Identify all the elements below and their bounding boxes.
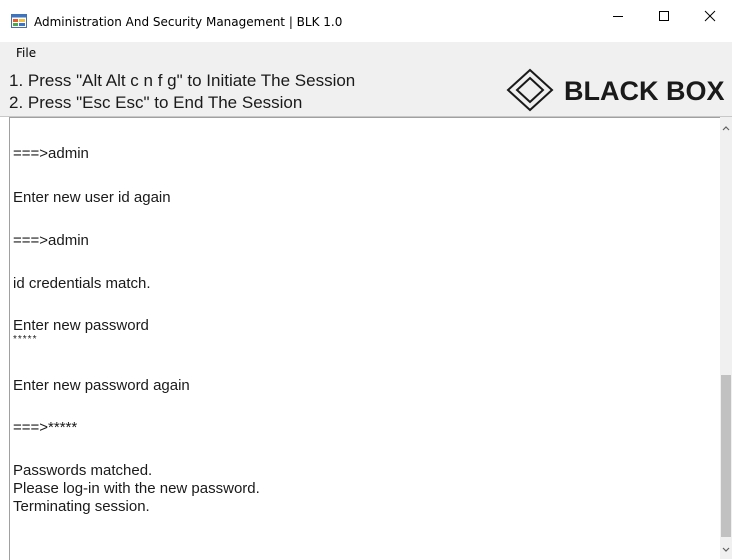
menu-bar: File (0, 42, 732, 64)
console-line: Enter new password (13, 317, 149, 334)
title-bar[interactable]: Administration And Security Management |… (0, 0, 732, 42)
chevron-down-icon (722, 540, 730, 558)
maximize-icon (658, 9, 670, 27)
console-line: ***** (13, 334, 38, 345)
minimize-icon (612, 9, 624, 27)
terminal-output[interactable]: ===>admin Enter new user id again ===>ad… (9, 117, 721, 560)
scroll-up-button[interactable] (720, 121, 732, 133)
vertical-scrollbar[interactable] (720, 117, 732, 559)
console-line: id credentials match. (13, 275, 151, 292)
console-line: ===>***** (13, 419, 78, 436)
minimize-button[interactable] (595, 0, 641, 36)
console-line: ===>admin (13, 145, 89, 162)
scroll-thumb[interactable] (721, 375, 731, 537)
app-window-icon[interactable] (11, 14, 27, 28)
black-box-diamond-logo-icon (506, 68, 554, 117)
black-box-logo: BLACK BOX (506, 68, 726, 112)
logo-wordmark: BLACK BOX (564, 76, 725, 106)
window-title: Administration And Security Management |… (34, 15, 343, 29)
console-line: Enter new user id again (13, 189, 171, 206)
scroll-down-button[interactable] (720, 543, 732, 555)
console-line: Please log-in with the new password. (13, 480, 260, 497)
close-icon (704, 9, 716, 27)
console-line: Terminating session. (13, 498, 150, 515)
maximize-button[interactable] (641, 0, 687, 36)
instruction-initiate: 1. Press "Alt Alt c n f g" to Initiate T… (9, 71, 356, 90)
instruction-end: 2. Press "Esc Esc" to End The Session (9, 93, 303, 112)
console-line: Passwords matched. (13, 462, 153, 479)
console-line: ===>admin (13, 232, 89, 249)
menu-file[interactable]: File (16, 46, 36, 60)
chevron-up-icon (722, 118, 730, 136)
instructions-header: 1. Press "Alt Alt c n f g" to Initiate T… (0, 64, 732, 116)
close-button[interactable] (687, 0, 732, 36)
console-line: Enter new password again (13, 377, 190, 394)
